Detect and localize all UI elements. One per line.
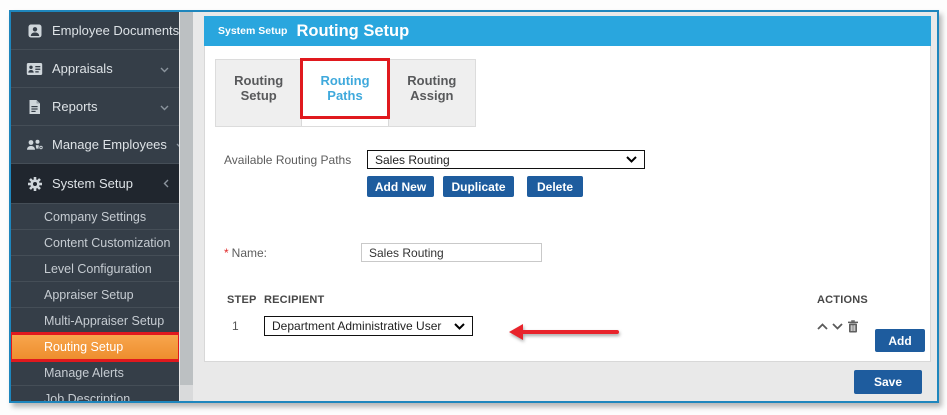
app-window: Employee Documents Appraisals Reports Ma… [9,10,939,403]
main-content: System Setup Routing Setup Routing Setup… [193,12,937,401]
sidebar-subitem-label: Level Configuration [44,262,152,276]
scrollbar-thumb[interactable] [180,12,193,385]
page-header: System Setup Routing Setup [204,16,931,46]
chevron-down-icon [626,156,637,163]
sidebar-subitem-label: Appraiser Setup [44,288,134,302]
tab-routing-assign[interactable]: Routing Assign [389,60,475,126]
chevron-down-icon [160,61,169,76]
sidebar-subitem-label: Manage Alerts [44,366,124,380]
breadcrumb: System Setup [218,25,287,37]
steps-table: STEP RECIPIENT ACTIONS 1 Department Admi… [227,294,930,336]
sidebar-subitem-label: Content Customization [44,236,170,250]
tab-routing-paths[interactable]: Routing Paths [302,60,388,126]
tab-routing-setup[interactable]: Routing Setup [216,60,302,126]
available-paths-value: Sales Routing [375,153,450,167]
tab-label: Routing Assign [407,73,456,103]
sidebar-item-label: Appraisals [52,61,151,76]
recipient-value: Department Administrative User [272,319,441,333]
chevron-down-icon [160,99,169,114]
add-row: Add [875,329,925,352]
sidebar-item-reports[interactable]: Reports [11,88,179,126]
page-title: Routing Setup [296,22,409,41]
routing-paths-panel: Routing Setup Routing Paths Routing Assi… [204,46,931,362]
sidebar-subitem-job-description[interactable]: Job Description [11,386,179,401]
sidebar-subitem-level-configuration[interactable]: Level Configuration [11,256,179,282]
sidebar-subitem-routing-setup[interactable]: Routing Setup [11,334,179,360]
delete-button[interactable]: Delete [527,176,583,197]
trash-icon[interactable] [847,320,859,333]
sidebar-subitem-label: Multi-Appraiser Setup [44,314,164,328]
table-row: 1 Department Administrative User [227,316,930,336]
available-paths-row: Available Routing Paths Sales Routing [224,150,930,169]
sidebar-item-label: Employee Documents [52,23,179,38]
vertical-scrollbar[interactable] [179,12,193,401]
chevron-left-icon [163,176,169,191]
manage-employees-icon [26,136,43,153]
sidebar-subitem-label: Job Description [44,392,130,402]
sidebar-item-label: Reports [52,99,151,114]
name-label-wrap: *Name: [224,244,361,262]
recipient-column-header: RECIPIENT [264,294,817,306]
chevron-down-icon [454,323,465,330]
appraisals-icon [26,60,43,77]
sidebar-item-appraisals[interactable]: Appraisals [11,50,179,88]
available-paths-select[interactable]: Sales Routing [367,150,645,169]
available-paths-label: Available Routing Paths [224,153,367,167]
sidebar-item-manage-employees[interactable]: Manage Employees [11,126,179,164]
steps-table-header: STEP RECIPIENT ACTIONS [227,294,930,306]
sidebar-item-system-setup[interactable]: System Setup [11,164,179,204]
sidebar-subitem-multi-appraiser-setup[interactable]: Multi-Appraiser Setup [11,308,179,334]
move-down-icon[interactable] [832,323,843,330]
sidebar-subitem-label: Company Settings [44,210,146,224]
name-input[interactable] [361,243,542,262]
sidebar: Employee Documents Appraisals Reports Ma… [11,12,179,401]
employee-documents-icon [26,22,43,39]
sidebar-subitem-company-settings[interactable]: Company Settings [11,204,179,230]
step-number: 1 [227,319,264,333]
move-up-icon[interactable] [817,323,828,330]
sidebar-item-employee-documents[interactable]: Employee Documents [11,12,179,50]
add-step-button[interactable]: Add [875,329,925,352]
footer-bar: Save [204,362,931,401]
tab-label: Routing Paths [320,73,369,103]
sidebar-subitem-appraiser-setup[interactable]: Appraiser Setup [11,282,179,308]
sidebar-item-label: Manage Employees [52,137,167,152]
save-button[interactable]: Save [854,370,922,394]
recipient-cell: Department Administrative User [264,316,817,336]
tab-strip: Routing Setup Routing Paths Routing Assi… [215,59,476,127]
add-new-button[interactable]: Add New [367,176,434,197]
system-setup-icon [26,175,43,192]
sidebar-subitem-manage-alerts[interactable]: Manage Alerts [11,360,179,386]
name-row: *Name: [224,243,930,262]
sidebar-subitem-label: Routing Setup [44,340,123,354]
sidebar-subitem-content-customization[interactable]: Content Customization [11,230,179,256]
step-column-header: STEP [227,294,264,306]
name-label: Name: [232,246,267,260]
actions-column-header: ACTIONS [817,294,930,306]
tab-label: Routing Setup [234,73,283,103]
path-buttons-row: Add New Duplicate Delete [367,176,930,197]
sidebar-item-label: System Setup [52,176,154,191]
duplicate-button[interactable]: Duplicate [443,176,514,197]
recipient-select[interactable]: Department Administrative User [264,316,473,336]
reports-icon [26,98,43,115]
required-marker: * [224,246,229,260]
